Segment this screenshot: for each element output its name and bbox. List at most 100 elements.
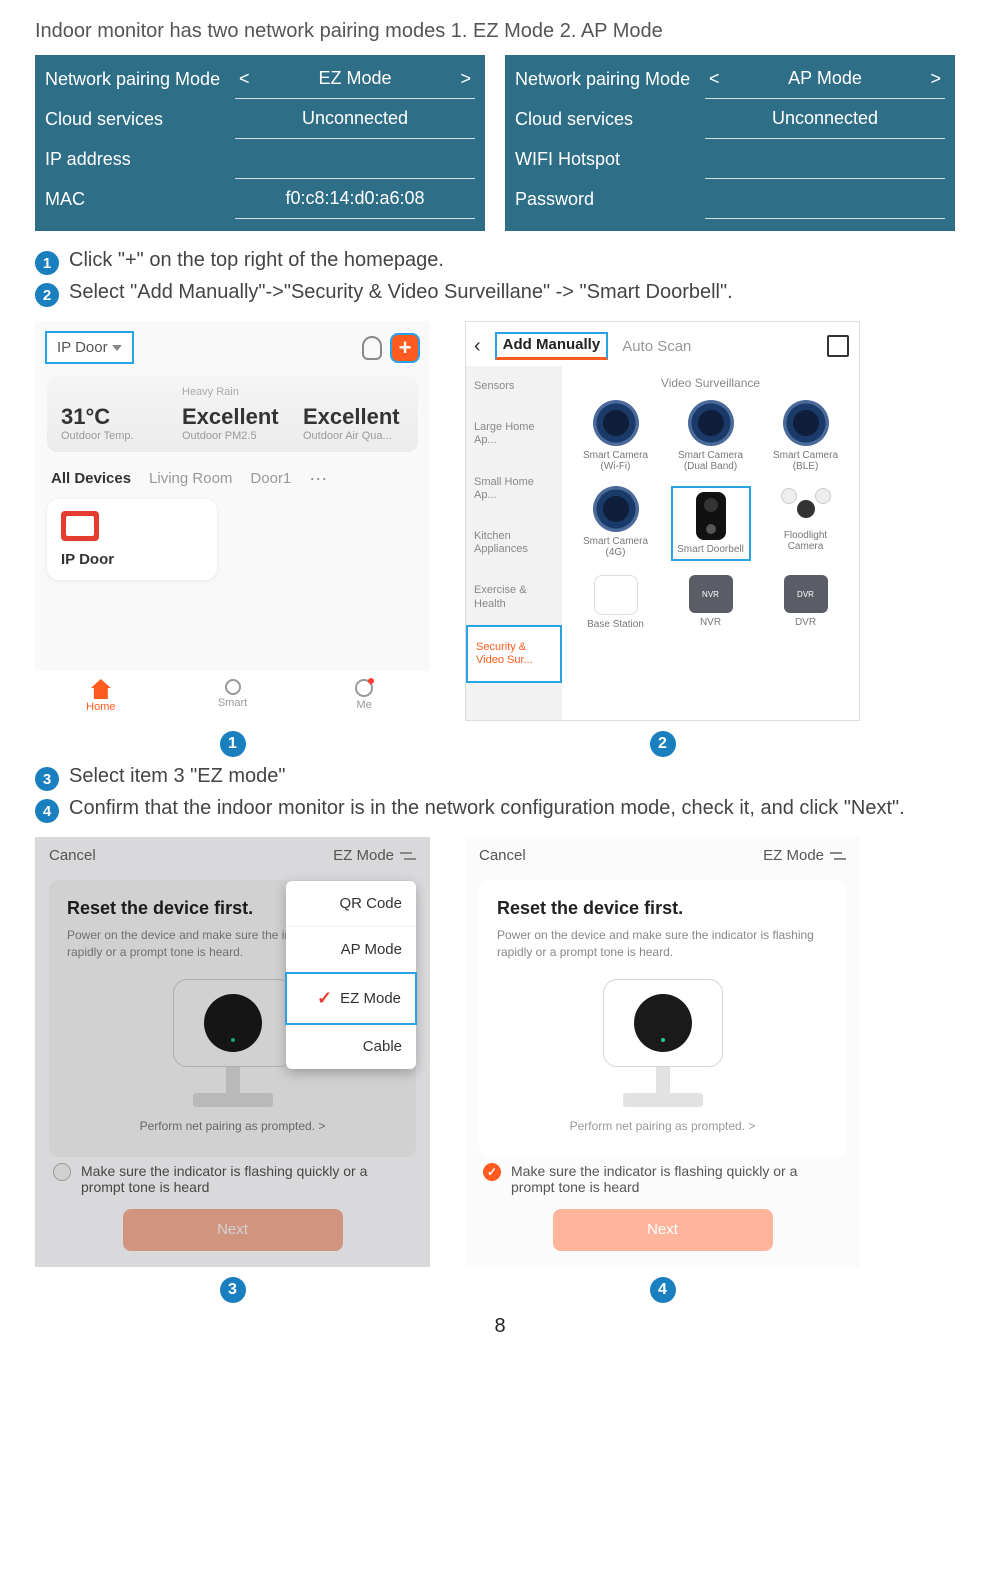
scan-icon[interactable] [827,335,849,357]
weather-panel: - 31°C Outdoor Temp. Heavy Rain Excellen… [47,376,418,452]
swap-icon [400,850,416,862]
base-station-icon [594,575,638,615]
outdoor-pm: Excellent [182,404,283,430]
step-1-text: Click "+" on the top right of the homepa… [69,249,444,272]
pairing-prompt-link[interactable]: Perform net pairing as prompted. > [67,1119,398,1133]
outdoor-temp-label: Outdoor Temp. [61,430,162,442]
arrow-right-icon[interactable]: > [930,68,941,89]
item-label: Smart Camera (BLE) [766,450,846,472]
page-number: 8 [35,1315,965,1338]
tab-add-manually[interactable]: Add Manually [495,332,609,360]
arrow-right-icon[interactable]: > [460,68,471,89]
ap-row1-label: Network pairing Mode [515,69,705,90]
outdoor-air-label: Outdoor Air Qua... [303,430,404,442]
cancel-button[interactable]: Cancel [479,847,526,864]
nav-me[interactable]: Me [298,679,430,713]
tab-auto-scan[interactable]: Auto Scan [622,338,691,355]
step-4-text: Confirm that the indoor monitor is in th… [69,797,905,820]
category-sidebar: Sensors Large Home Ap... Small Home Ap..… [466,366,562,720]
mode-label: EZ Mode [763,847,824,864]
item-smart-camera-wifi[interactable]: Smart Camera (Wi-Fi) [576,400,656,472]
tab-more[interactable]: ··· [309,468,327,489]
tab-living-room[interactable]: Living Room [149,470,232,487]
cat-kitchen[interactable]: Kitchen Appliances [466,516,562,570]
ap-mode-table: Network pairing Mode < AP Mode > Cloud s… [505,55,955,231]
tab-all-devices[interactable]: All Devices [51,470,131,487]
nav-home[interactable]: Home [35,679,167,713]
ez-mode-table: Network pairing Mode < EZ Mode > Cloud s… [35,55,485,231]
device-card-ipdoor[interactable]: IP Door [47,499,217,580]
step-badge-3: 3 [35,767,59,791]
reset-body: Power on the device and make sure the in… [497,927,828,961]
add-device-button[interactable]: + [390,333,420,363]
ap-row2-label: Cloud services [515,109,705,130]
screenshot-badge-1: 1 [220,731,246,757]
camera-icon [593,486,639,532]
doorbell-icon [696,492,726,540]
mode-option-qr[interactable]: QR Code [286,881,416,927]
screenshot-badge-2: 2 [650,731,676,757]
mode-option-label: AP Mode [341,941,402,958]
camera-icon [688,400,734,446]
cat-security-video[interactable]: Security & Video Sur... [466,625,562,683]
back-button[interactable]: ‹ [474,335,481,358]
mode-selector[interactable]: EZ Mode [333,847,416,864]
outdoor-pm-label: Outdoor PM2.5 [182,430,283,442]
confirm-checkbox[interactable] [53,1163,71,1181]
microphone-icon[interactable] [362,336,382,360]
confirm-checkbox[interactable]: ✓ [483,1163,501,1181]
item-label: NVR [700,617,721,628]
cat-large-home[interactable]: Large Home Ap... [466,407,562,461]
ap-row3-label: WIFI Hotspot [515,149,705,170]
cancel-button[interactable]: Cancel [49,847,96,864]
next-button[interactable]: Next [553,1209,773,1251]
mode-option-ez[interactable]: ✓EZ Mode [285,972,417,1025]
item-smart-camera-4g[interactable]: Smart Camera (4G) [576,486,656,561]
ez-row4-value: f0:c8:14:d0:a6:08 [285,188,424,209]
item-smart-doorbell[interactable]: Smart Doorbell [671,486,751,561]
item-smart-camera-ble[interactable]: Smart Camera (BLE) [766,400,846,472]
nav-smart[interactable]: Smart [167,679,299,713]
ez-row1-value[interactable]: < EZ Mode > [235,59,475,99]
mode-option-ap[interactable]: AP Mode [286,927,416,973]
item-nvr[interactable]: NVR NVR [671,575,751,630]
room-dropdown[interactable]: IP Door [45,331,134,364]
outdoor-temp: 31°C [61,404,162,430]
tab-door1[interactable]: Door1 [250,470,291,487]
screenshot-badge-4: 4 [650,1277,676,1303]
floodlight-icon [781,486,831,526]
page-heading: Indoor monitor has two network pairing m… [35,20,965,43]
mode-option-label: QR Code [339,895,402,912]
step-2: 2 Select "Add Manually"->"Security & Vid… [35,281,965,307]
arrow-left-icon[interactable]: < [709,68,720,89]
item-base-station[interactable]: Base Station [576,575,656,630]
cat-exercise[interactable]: Exercise & Health [466,570,562,624]
item-smart-camera-dual[interactable]: Smart Camera (Dual Band) [671,400,751,472]
cat-small-home[interactable]: Small Home Ap... [466,462,562,516]
add-device-screenshot: ‹ Add Manually Auto Scan Sensors Large H… [465,321,860,721]
mode-option-cable[interactable]: Cable [286,1024,416,1069]
step-1: 1 Click "+" on the top right of the home… [35,249,965,275]
ez-row2-value: Unconnected [302,108,408,129]
ez-row1-value-text: EZ Mode [318,68,391,89]
chevron-down-icon [112,345,122,351]
item-label: Smart Camera (4G) [576,536,656,558]
next-button[interactable]: Next [123,1209,343,1251]
item-label: Smart Doorbell [677,544,744,555]
step-3: 3 Select item 3 "EZ mode" [35,765,965,791]
ap-row1-value[interactable]: < AP Mode > [705,59,945,99]
item-floodlight[interactable]: Floodlight Camera [766,486,846,561]
camera-icon [593,400,639,446]
mode-option-label: EZ Mode [340,990,401,1007]
item-label: DVR [795,617,816,628]
cat-sensors[interactable]: Sensors [466,366,562,407]
arrow-left-icon[interactable]: < [239,68,250,89]
outdoor-air: Excellent [303,404,404,430]
mode-selector[interactable]: EZ Mode [763,847,846,864]
item-dvr[interactable]: DVRDVR [766,575,846,630]
nvr-icon: NVR [689,575,733,613]
mode-option-label: Cable [363,1038,402,1055]
nav-home-label: Home [86,701,115,713]
pairing-prompt-link[interactable]: Perform net pairing as prompted. > [497,1119,828,1133]
screenshot-badge-3: 3 [220,1277,246,1303]
